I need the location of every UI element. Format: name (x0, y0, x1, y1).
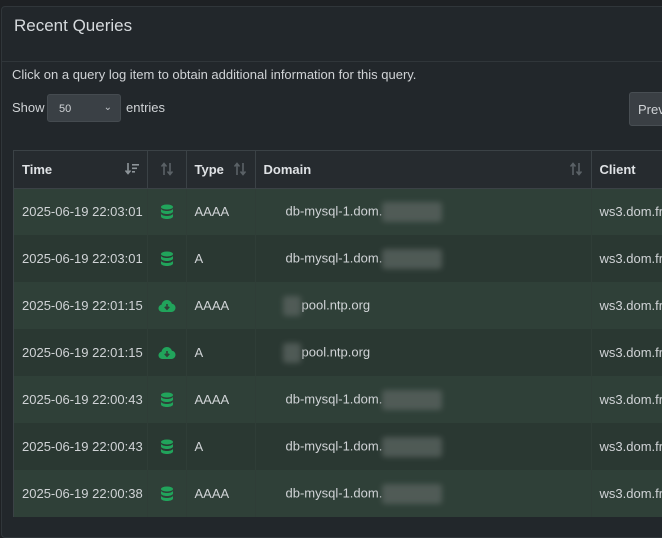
previous-button[interactable]: Previous (629, 92, 662, 126)
table-header-row: Time Type Domain Client (14, 151, 662, 189)
cell-client: ws3.dom.fr (591, 235, 662, 282)
cell-client: ws3.dom.fr (591, 188, 662, 235)
database-icon (147, 376, 187, 423)
table-row[interactable]: 2025-06-19 22:01:15 AAAA pool.ntp.org ws3.d… (14, 282, 662, 329)
cell-client: ws3.dom.fr (591, 329, 662, 376)
cell-domain: db-mysql-1.dom. (255, 470, 592, 517)
column-client-label: Client (599, 161, 636, 177)
cell-client: ws3.dom.fr (591, 423, 662, 470)
sort-icon (233, 162, 246, 176)
database-icon (147, 470, 187, 517)
length-control: Show 50 ⌄ entries Previous (12, 92, 662, 126)
table-row[interactable]: 2025-06-19 22:03:01 AAAA db-mysql-1.dom. ws… (14, 188, 662, 235)
domain-text: db-mysql-1.dom. (285, 390, 383, 406)
table-row[interactable]: 2025-06-19 22:00:38 AAAA db-mysql-1.dom. ws… (14, 470, 662, 517)
sort-desc-icon (124, 163, 139, 175)
cell-time: 2025-06-19 22:03:01 (14, 188, 148, 235)
column-header-domain[interactable]: Domain (255, 151, 592, 189)
cell-time: 2025-06-19 22:00:38 (14, 470, 148, 517)
show-label: Show (12, 100, 45, 115)
redacted-blur (382, 483, 443, 504)
database-icon (147, 423, 187, 470)
cell-client: ws3.dom.fr (591, 282, 662, 329)
column-header-status[interactable] (147, 151, 187, 189)
table-row[interactable]: 2025-06-19 22:00:43 Adb-mysql-1.dom. ws3.d… (14, 423, 662, 470)
sort-icon (160, 162, 173, 176)
redacted-blur (382, 201, 443, 222)
table-row[interactable]: 2025-06-19 22:00:43 AAAA db-mysql-1.dom. ws… (14, 376, 662, 423)
cell-time: 2025-06-19 22:03:01 (14, 235, 148, 282)
cell-client: ws3.dom.fr (591, 470, 662, 517)
cell-domain: db-mysql-1.dom. (255, 188, 592, 235)
table-row[interactable]: 2025-06-19 22:03:01 Adb-mysql-1.dom. ws3.d… (14, 235, 662, 282)
column-domain-label: Domain (263, 161, 312, 177)
redacted-blur (382, 248, 443, 269)
column-header-type[interactable]: Type (186, 151, 256, 189)
previous-button-label: Previous (638, 102, 662, 117)
table-body: 2025-06-19 22:03:01 AAAA db-mysql-1.dom. ws… (14, 188, 662, 517)
page-size-select[interactable]: 50 ⌄ (47, 94, 121, 122)
cell-time: 2025-06-19 22:00:43 (14, 423, 148, 470)
cell-domain: pool.ntp.org (255, 329, 592, 376)
domain-text: db-mysql-1.dom. (285, 484, 383, 500)
redacted-blur (382, 389, 443, 410)
sort-icon (569, 162, 582, 176)
column-type-label: Type (194, 161, 224, 177)
domain-text: db-mysql-1.dom. (285, 203, 383, 219)
cell-client: ws3.dom.fr (591, 376, 662, 423)
cell-type: AAAA (186, 470, 256, 517)
cell-type: AAAA (186, 376, 256, 423)
cell-domain: db-mysql-1.dom. (255, 235, 592, 282)
cell-type: AAAA (186, 282, 256, 329)
cell-domain: pool.ntp.org (255, 282, 592, 329)
cell-type: AAAA (186, 188, 256, 235)
redacted-blur (282, 295, 301, 316)
page-size-value: 50 (59, 103, 72, 115)
entries-label: entries (126, 100, 166, 115)
column-header-time[interactable]: Time (14, 151, 148, 189)
domain-text: db-mysql-1.dom. (285, 249, 383, 265)
cell-time: 2025-06-19 22:01:15 (14, 329, 148, 376)
page-title: Recent Queries (14, 16, 133, 35)
cell-type: A (186, 423, 256, 470)
query-log-table: Time Type Domain Client 2025-06-19 22:03… (13, 150, 662, 517)
cloud-download-icon (147, 329, 187, 376)
cell-domain: db-mysql-1.dom. (255, 423, 592, 470)
cloud-download-icon (147, 282, 187, 329)
cell-domain: db-mysql-1.dom. (255, 376, 592, 423)
redacted-blur (282, 342, 301, 363)
domain-text: pool.ntp.org (301, 343, 371, 359)
domain-text: db-mysql-1.dom. (285, 437, 383, 453)
info-text: Click on a query log item to obtain addi… (12, 67, 417, 82)
card-header: Recent Queries (2, 7, 662, 62)
cell-time: 2025-06-19 22:00:43 (14, 376, 148, 423)
cell-type: A (186, 329, 256, 376)
column-header-client[interactable]: Client (591, 151, 662, 189)
database-icon (147, 188, 187, 235)
redacted-blur (382, 436, 443, 457)
chevron-down-icon: ⌄ (103, 102, 112, 113)
table-row[interactable]: 2025-06-19 22:01:15 Apool.ntp.org ws3.dom.… (14, 329, 662, 376)
cell-time: 2025-06-19 22:01:15 (14, 282, 148, 329)
domain-text: pool.ntp.org (301, 296, 371, 312)
cell-type: A (186, 235, 256, 282)
database-icon (147, 235, 187, 282)
column-time-label: Time (22, 161, 53, 177)
